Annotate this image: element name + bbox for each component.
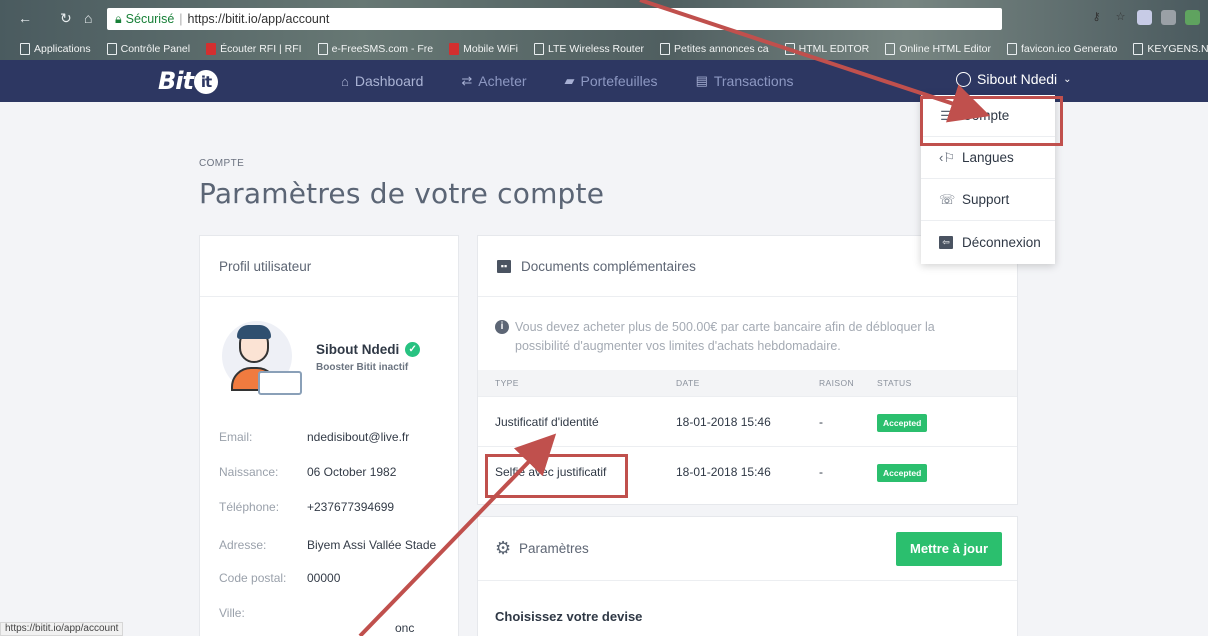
bookmark[interactable]: Contrôle Panel: [106, 43, 190, 55]
info-birth: Naissance: 06 October 1982: [219, 465, 397, 479]
highlight-selfie: [485, 454, 628, 498]
status-bar-url: https://bitit.io/app/account: [0, 622, 124, 636]
bookmark[interactable]: Online HTML Editor: [885, 43, 991, 55]
extension-o-icon[interactable]: [1161, 10, 1176, 25]
bookmark[interactable]: e-FreeSMS.com - Fre: [317, 43, 433, 55]
bookmark[interactable]: LTE Wireless Router: [533, 43, 644, 55]
page-icon: [660, 43, 671, 55]
page-icon: [1007, 43, 1018, 55]
huawei-icon: [449, 43, 460, 55]
logout-icon: ⇦: [939, 235, 953, 249]
city-value-fragment: onc: [395, 621, 415, 635]
apps-icon: [20, 43, 30, 55]
language-icon: ‹⚐: [939, 149, 955, 165]
settings-exchange-icon: ⚙: [495, 538, 512, 558]
profile-card: Profil utilisateur Sibout Ndedi ✓ Booster…: [199, 235, 459, 636]
avatar: [222, 321, 302, 395]
settings-card: ⚙ Paramètres Mettre à jour Choisissez vo…: [477, 516, 1018, 636]
exchange-icon: ⇄: [461, 73, 473, 88]
bookmark[interactable]: Mobile WiFi: [449, 43, 518, 55]
info-city: Ville:: [219, 606, 245, 620]
user-menu-toggle[interactable]: Sibout Ndedi ⌄: [956, 71, 1072, 87]
home-browser-icon[interactable]: ⌂: [84, 10, 92, 26]
bookmarks-bar: Applications Contrôle Panel Écouter RFI …: [0, 38, 1208, 60]
chevron-down-icon: ⌄: [1063, 73, 1072, 85]
code-icon: [885, 43, 896, 55]
key-icon[interactable]: ⚷: [1089, 10, 1104, 25]
bookmark[interactable]: KEYGENS.NL - Gene: [1133, 43, 1208, 55]
documents-table-header: TYPE DATE RAISON STATUS: [478, 370, 1017, 396]
status-badge: Accepted: [877, 413, 928, 432]
reload-icon[interactable]: ↻: [60, 10, 72, 27]
page-title: Paramètres de votre compte: [199, 177, 605, 210]
user-menu-name: Sibout Ndedi: [977, 71, 1058, 87]
info-icon: i: [495, 320, 509, 334]
extension-s-icon[interactable]: [1137, 10, 1152, 25]
extension-green-icon[interactable]: [1185, 10, 1200, 25]
home-icon: ⌂: [341, 73, 349, 89]
table-row: Justificatif d'identité 18-01-2018 15:46…: [478, 396, 1017, 446]
bookmark[interactable]: Petites annonces ca: [660, 43, 769, 55]
support-icon: ☏: [939, 191, 956, 207]
security-label: Sécurisé: [125, 12, 175, 26]
extension-icons: ⚷ ☆: [1089, 10, 1200, 25]
status-badge: Accepted: [877, 463, 928, 482]
info-postal-code: Code postal: 00000: [219, 571, 341, 585]
transactions-icon: ▤: [695, 73, 708, 88]
nav-acheter[interactable]: ⇄ Acheter: [461, 73, 526, 89]
bitit-logo[interactable]: Bit it: [158, 67, 218, 95]
nav-portefeuilles[interactable]: ▰ Portefeuilles: [565, 73, 658, 89]
star-icon[interactable]: ☆: [1113, 10, 1128, 25]
bookmark[interactable]: Applications: [20, 43, 91, 55]
booster-status: Booster Bitit inactif: [316, 362, 409, 373]
address-bar[interactable]: 🔒︎ Sécurisé | https://bitit.io/app/account: [107, 8, 1002, 30]
page-icon: [1133, 43, 1144, 55]
page-icon: [784, 43, 795, 55]
rfi-icon: [206, 43, 217, 55]
page-icon: [106, 43, 117, 55]
nav-transactions[interactable]: ▤ Transactions: [696, 73, 794, 89]
user-icon: [956, 71, 971, 87]
lock-icon: 🔒︎: [115, 12, 122, 26]
page-icon: [533, 43, 544, 55]
url-text: https://bitit.io/app/account: [187, 12, 330, 26]
limit-notice: i Vous devez acheter plus de 500.00€ par…: [495, 318, 985, 356]
bookmark[interactable]: Écouter RFI | RFI: [206, 43, 302, 55]
id-card-icon: ▪▪: [497, 259, 511, 273]
info-email: Email: ndedisibout@live.fr: [219, 430, 410, 444]
profile-name: Sibout Ndedi ✓: [316, 342, 421, 357]
bookmark[interactable]: favicon.ico Generato: [1007, 43, 1117, 55]
menu-item-deconnexion[interactable]: ⇦ Déconnexion: [921, 221, 1055, 263]
info-address: Adresse: Biyem Assi Vallée Stade: [219, 538, 437, 552]
breadcrumb: COMPTE: [199, 158, 245, 169]
currency-label: Choisissez votre devise: [495, 609, 643, 624]
verified-check-icon: ✓: [405, 342, 421, 357]
nav-dashboard[interactable]: ⌂ Dashboard: [341, 73, 423, 89]
page-icon: [317, 43, 328, 55]
main-nav: ⌂ Dashboard ⇄ Acheter ▰ Portefeuilles ▤ Tran…: [341, 60, 793, 102]
back-icon[interactable]: ←: [18, 10, 32, 26]
info-phone: Téléphone: +237677394699: [219, 500, 395, 514]
menu-item-support[interactable]: ☏ Support: [921, 179, 1055, 221]
update-button[interactable]: Mettre à jour: [896, 532, 1002, 566]
profile-card-header: Profil utilisateur: [200, 236, 458, 297]
address-bar-row: ← ↻ ⌂ 🔒︎ Sécurisé | https://bitit.io/app/ac…: [0, 6, 1208, 32]
wallet-icon: ▰: [564, 73, 575, 88]
bookmark[interactable]: HTML EDITOR: [784, 43, 869, 55]
highlight-compte: [920, 96, 1063, 146]
browser-chrome: ← ↻ ⌂ 🔒︎ Sécurisé | https://bitit.io/app/ac…: [0, 0, 1208, 60]
